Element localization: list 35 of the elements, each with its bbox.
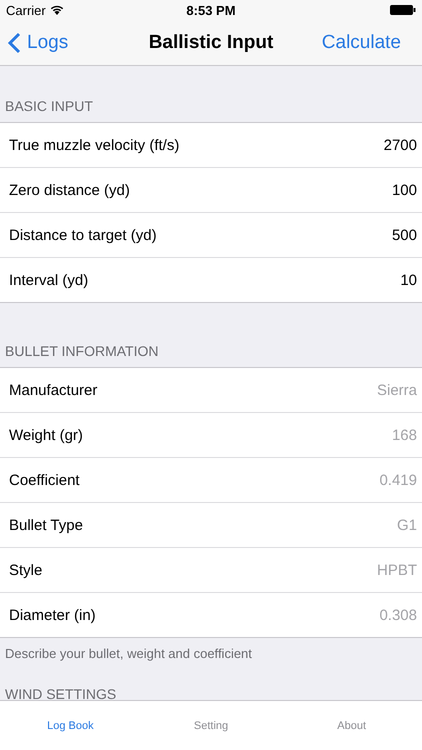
wifi-icon	[50, 5, 64, 15]
row-label: Weight (gr)	[9, 426, 83, 444]
chevron-left-icon	[8, 32, 21, 54]
row-label: Distance to target (yd)	[9, 226, 157, 244]
input-field[interactable]: 100	[307, 182, 417, 198]
section-header: WIND SETTINGS	[5, 686, 116, 700]
tab-item[interactable]: Log Book	[0, 701, 141, 750]
tab-item[interactable]: About	[281, 701, 422, 750]
row-label: Style	[9, 562, 42, 578]
input-field[interactable]: HPBT	[307, 562, 417, 578]
clock-time: 8:53 PM	[186, 2, 236, 18]
input-field[interactable]: 10	[307, 272, 417, 288]
input-field[interactable]: Sierra	[307, 382, 417, 398]
row-label: Bullet Type	[9, 516, 83, 534]
input-field[interactable]: 2700	[307, 136, 417, 154]
row-label: Interval (yd)	[9, 272, 88, 288]
row-label: True muzzle velocity (ft/s)	[9, 136, 180, 154]
row-label: Coefficient	[9, 472, 80, 488]
row-label: Diameter (in)	[9, 606, 96, 624]
row-label: Zero distance (yd)	[9, 182, 130, 198]
input-field[interactable]: G1	[307, 516, 417, 534]
calculate-button[interactable]: Calculate	[322, 32, 414, 54]
section-footer: Describe your bullet, weight and coefficient	[5, 646, 252, 661]
section-header: BULLET INFORMATION	[5, 343, 159, 359]
input-field[interactable]: 168	[307, 426, 417, 444]
input-field[interactable]: 0.419	[307, 472, 417, 488]
screen-title: Ballistic Input	[148, 32, 274, 52]
back-button[interactable]: Logs	[8, 32, 68, 54]
tab-item[interactable]: Setting	[140, 701, 282, 750]
input-field[interactable]: 0.308	[307, 606, 417, 624]
row-label: Manufacturer	[9, 382, 98, 398]
carrier-label: Carrier	[6, 2, 46, 18]
battery-icon	[390, 5, 416, 15]
input-field[interactable]: 500	[307, 226, 417, 244]
section-header: BASIC INPUT	[5, 98, 93, 114]
